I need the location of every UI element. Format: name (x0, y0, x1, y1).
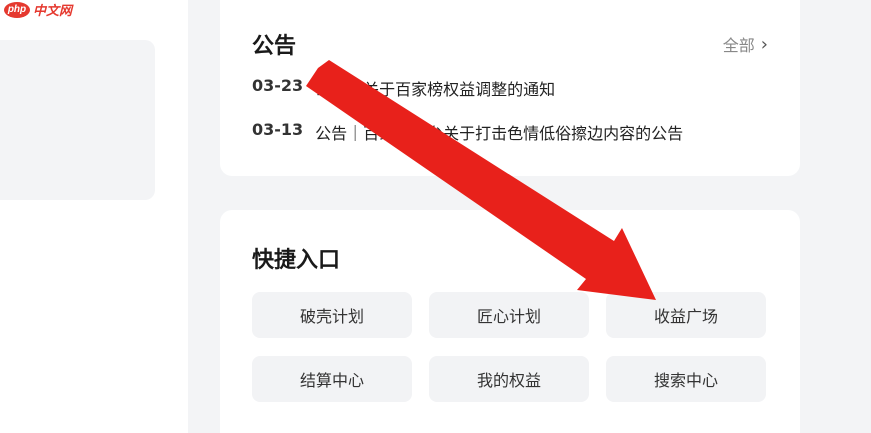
notice-date: 03-23 (252, 76, 304, 95)
notice-text: 公告｜百家号平台关于打击色情低俗擦边内容的公告 (315, 124, 684, 143)
notice-card: 公告 全部 › 03-23 公告｜关于百家榜权益调整的通知 03-13 公告｜百… (220, 0, 800, 176)
notice-date: 03-13 (252, 120, 304, 139)
quick-access-card: 快捷入口 破壳计划 匠心计划 收益广场 结算中心 我的权益 搜索中心 (220, 210, 800, 433)
quick-button-earnings-plaza[interactable]: 收益广场 (606, 292, 766, 338)
notice-title: 公告 (252, 34, 297, 59)
notice-text: 公告｜关于百家榜权益调整的通知 (315, 80, 556, 99)
left-panel (0, 40, 155, 200)
quick-button-settlement[interactable]: 结算中心 (252, 356, 412, 402)
notice-item[interactable]: 03-23 公告｜关于百家榜权益调整的通知 (252, 76, 555, 100)
php-logo: php (4, 1, 30, 18)
chevron-right-icon: › (760, 33, 768, 55)
quick-button-my-rights[interactable]: 我的权益 (429, 356, 589, 402)
quick-access-title: 快捷入口 (252, 248, 341, 273)
quick-button-search-center[interactable]: 搜索中心 (606, 356, 766, 402)
watermark-text: 中文网 (33, 4, 73, 19)
notice-item[interactable]: 03-13 公告｜百家号平台关于打击色情低俗擦边内容的公告 (252, 120, 683, 144)
left-column (0, 0, 188, 433)
quick-button-jiangxin[interactable]: 匠心计划 (429, 292, 589, 338)
see-all-link[interactable]: 全部 › (723, 32, 768, 56)
see-all-label: 全部 (722, 36, 755, 55)
site-watermark: php 中文网 (4, 0, 72, 19)
quick-button-pokehuaji[interactable]: 破壳计划 (252, 292, 412, 338)
